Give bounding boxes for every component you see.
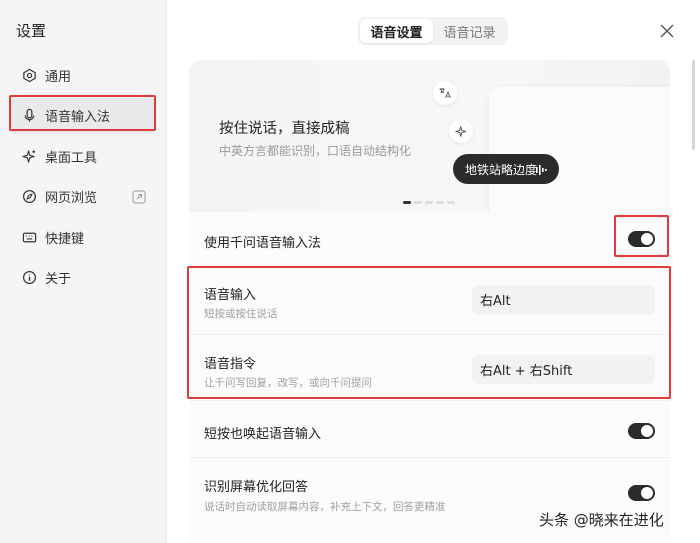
highlight-box-shortcuts (187, 266, 671, 399)
highlight-box-voice-input (9, 95, 156, 131)
carousel-dot[interactable] (447, 201, 455, 204)
watermark-text: 头条 @晓来在进化 (539, 511, 664, 529)
external-link-icon[interactable] (132, 190, 146, 204)
carousel-dots (403, 201, 455, 204)
carousel-dot[interactable] (414, 201, 422, 204)
sidebar-item-general[interactable]: 通用 (10, 57, 156, 93)
waveform-icon (536, 164, 547, 178)
translate-icon (433, 81, 457, 105)
sparkle-icon (449, 119, 473, 143)
banner-subtitle: 中英方言都能识别，口语自动结构化 (219, 144, 412, 158)
banner-preview-card (489, 87, 670, 212)
enable-label: 使用千问语音输入法 (204, 236, 322, 251)
close-icon[interactable] (658, 22, 676, 40)
tab-voice-records[interactable]: 语音记录 (433, 19, 506, 43)
screen-recognition-toggle[interactable] (628, 485, 655, 501)
scrollbar[interactable] (692, 60, 695, 150)
sidebar-item-label: 快捷键 (45, 231, 85, 247)
screen-recognition-subtitle: 说话时自动读取屏幕内容，补充上下文，回答更精准 (204, 501, 446, 513)
sidebar-item-desktop-tools[interactable]: 桌面工具 (10, 138, 156, 174)
voice-preview-pill: 地铁站略边度 (453, 154, 559, 184)
carousel-dot[interactable] (425, 201, 433, 204)
sidebar-item-label: 关于 (45, 272, 72, 287)
compass-icon (22, 189, 37, 204)
keyboard-icon (22, 230, 37, 245)
tab-bar: 语音设置 语音记录 (358, 17, 508, 45)
sidebar-item-shortcuts[interactable]: 快捷键 (10, 219, 156, 255)
sidebar-item-label: 通用 (45, 69, 72, 85)
info-icon (22, 270, 37, 285)
sidebar-nav: 通用 语音输入法 桌面工具 网页浏览 快捷键 关于 (10, 57, 156, 300)
sidebar-title: 设置 (16, 22, 47, 40)
carousel-dot[interactable] (403, 201, 411, 204)
sidebar-item-label: 网页浏览 (45, 191, 98, 206)
short-press-label: 短按也唤起语音输入 (204, 427, 322, 442)
carousel-dot[interactable] (436, 201, 444, 204)
sparkle-icon (22, 149, 37, 164)
short-press-toggle[interactable] (628, 423, 655, 439)
sidebar-item-label: 桌面工具 (45, 150, 98, 166)
setting-row-short-press: 短按也唤起语音输入 (189, 401, 670, 456)
banner-title: 按住说话，直接成稿 (219, 121, 350, 137)
setting-row-enable: 使用千问语音输入法 (189, 212, 670, 267)
sidebar-item-web-browse[interactable]: 网页浏览 (10, 179, 156, 215)
tab-voice-settings[interactable]: 语音设置 (360, 19, 433, 43)
feature-banner: 按住说话，直接成稿 中英方言都能识别，口语自动结构化 地铁站略边度 (189, 60, 670, 212)
voice-preview-text: 地铁站略边度 (465, 162, 538, 177)
screen-recognition-label: 识别屏幕优化回答 (204, 480, 309, 495)
sidebar-item-about[interactable]: 关于 (10, 260, 156, 296)
sidebar: 设置 通用 语音输入法 桌面工具 网页浏览 快捷键 关于 (0, 0, 167, 543)
hexagon-gear-icon (22, 68, 37, 83)
highlight-box-enable-toggle (614, 215, 669, 257)
